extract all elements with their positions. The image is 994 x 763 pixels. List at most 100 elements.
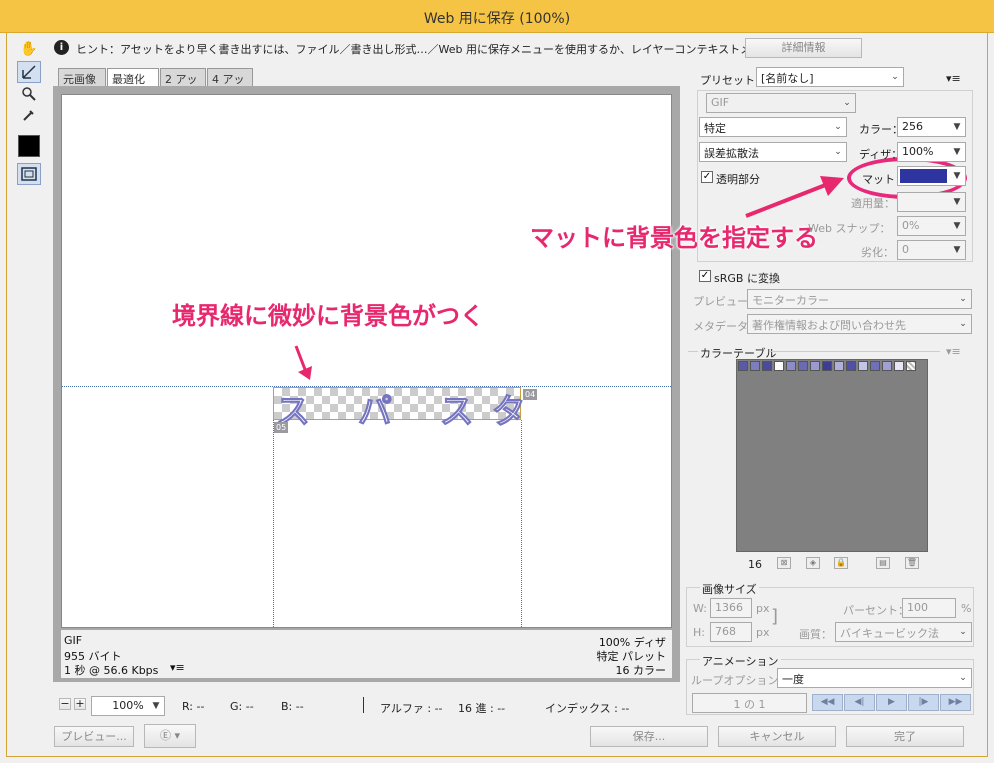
color-swatch[interactable] [882, 361, 892, 371]
constrain-link-icon[interactable]: ] [771, 602, 778, 632]
dither-amount-value: 100% [902, 145, 934, 158]
shift-to-web-icon[interactable]: ◈ [806, 557, 820, 569]
optimization-info: GIF 955 バイト 1 秒 @ 56.6 Kbps ▾≡ 100% ディザ … [61, 630, 672, 678]
transparent-swatch[interactable] [906, 361, 916, 371]
detail-info-button[interactable]: 詳細情報 [745, 38, 862, 58]
chevron-down-icon: ▼ [953, 245, 961, 255]
browser-preview-button[interactable]: Ⓔ ▾ [144, 724, 196, 748]
toggle-slice-visibility[interactable] [17, 163, 41, 185]
chevron-down-icon: ⌄ [959, 294, 967, 304]
matte-select[interactable]: ▼ [897, 166, 966, 186]
preview-canvas[interactable] [61, 94, 672, 628]
next-frame-icon[interactable]: |▶ [908, 694, 939, 711]
colors-select[interactable]: 256 ▼ [897, 117, 966, 137]
lossy-select[interactable]: 0 ▼ [897, 240, 966, 260]
color-swatch[interactable] [750, 361, 760, 371]
window-title: Web 用に保存 (100%) [423, 11, 571, 27]
slice-guide-v-right [521, 420, 522, 627]
info-menu-icon[interactable]: ▾≡ [170, 661, 185, 674]
browser-icon: Ⓔ [159, 729, 171, 742]
amount-select[interactable]: ▼ [897, 192, 966, 212]
annotation-left: 境界線に微妙に背景色がつく [172, 302, 484, 330]
dither-algorithm-select[interactable]: 誤差拡散法 ⌄ [699, 142, 847, 162]
quality-select[interactable]: バイキュービック法 ⌄ [835, 622, 972, 642]
color-swatch[interactable] [810, 361, 820, 371]
group-rule [688, 351, 698, 352]
chevron-down-icon: ▼ [152, 701, 160, 711]
metadata-value: 著作権情報および問い合わせ先 [752, 319, 906, 332]
chevron-down-icon: ▼ [953, 171, 961, 181]
srgb-checkbox[interactable]: ✓ [699, 270, 711, 282]
status-r: R: -- [182, 700, 205, 713]
tab-original[interactable]: 元画像 [58, 68, 106, 86]
height-field[interactable]: 768 [710, 622, 752, 642]
delete-color-icon[interactable]: 🗑 [905, 557, 919, 569]
zoom-tool[interactable] [17, 83, 41, 105]
dither-label: ディザ： [859, 148, 903, 161]
transparency-checkbox[interactable]: ✓ [701, 171, 713, 183]
chevron-down-icon: ⌄ [834, 122, 842, 132]
metadata-select[interactable]: 著作権情報および問い合わせ先 ⌄ [747, 314, 972, 334]
prev-frame-icon[interactable]: ◀| [844, 694, 875, 711]
color-swatch[interactable] [798, 361, 808, 371]
chevron-down-icon: ▼ [953, 147, 961, 157]
zoom-select[interactable]: 100% ▼ [91, 696, 165, 716]
preview-button[interactable]: プレビュー... [54, 726, 134, 747]
play-icon[interactable]: ▶ [876, 694, 907, 711]
slice-image-text: ス パ スタ [276, 392, 544, 433]
first-frame-icon[interactable]: ◀◀ [812, 694, 843, 711]
percent-unit: % [961, 602, 972, 615]
color-swatch[interactable] [858, 361, 868, 371]
done-button[interactable]: 完了 [846, 726, 964, 747]
dither-amount-select[interactable]: 100% ▼ [897, 142, 966, 162]
color-swatch[interactable] [762, 361, 772, 371]
chevron-down-icon: ▾ [174, 729, 181, 742]
loop-select[interactable]: 一度 ⌄ [777, 668, 972, 688]
percent-label: パーセント： [843, 604, 909, 617]
color-swatch[interactable] [870, 361, 880, 371]
color-swatch[interactable] [786, 361, 796, 371]
new-color-icon[interactable]: ▤ [876, 557, 890, 569]
tab-optimized[interactable]: 最適化 [107, 68, 159, 86]
color-swatch[interactable] [738, 361, 748, 371]
save-button[interactable]: 保存... [590, 726, 708, 747]
color-count: 16 [748, 558, 762, 571]
palette-select[interactable]: 特定 ⌄ [699, 117, 847, 137]
websnap-select[interactable]: 0% ▼ [897, 216, 966, 236]
chevron-down-icon: ⌄ [959, 319, 967, 329]
preview-mode-select[interactable]: モニターカラー ⌄ [747, 289, 972, 309]
zoom-out-button[interactable]: − [59, 698, 71, 710]
preset-menu-icon[interactable]: ▾≡ [946, 72, 961, 85]
color-swatch[interactable] [834, 361, 844, 371]
lossy-value: 0 [902, 243, 909, 256]
loop-label: ループオプション： [691, 674, 790, 687]
hand-tool[interactable]: ✋ [17, 38, 41, 60]
eyedropper-tool[interactable] [17, 104, 41, 126]
color-swatch[interactable] [822, 361, 832, 371]
cancel-button[interactable]: キャンセル [718, 726, 836, 747]
tab-2up[interactable]: 2 アップ [160, 68, 206, 102]
percent-field[interactable]: 100 [902, 598, 956, 618]
lossy-label: 劣化： [861, 246, 894, 259]
color-swatch[interactable] [846, 361, 856, 371]
format-select[interactable]: GIF ⌄ [706, 93, 856, 113]
chevron-down-icon: ▼ [953, 122, 961, 132]
lock-color-icon[interactable]: 🔒 [834, 557, 848, 569]
zoom-in-button[interactable]: + [74, 698, 86, 710]
map-to-web-icon[interactable]: ⊠ [777, 557, 791, 569]
eyedropper-color-swatch[interactable] [18, 135, 40, 157]
color-table-menu-icon[interactable]: ▾≡ [946, 345, 961, 358]
width-field[interactable]: 1366 [710, 598, 752, 618]
chevron-down-icon: ⌄ [959, 627, 967, 637]
tab-4up[interactable]: 4 アップ [207, 68, 253, 102]
color-swatch[interactable] [774, 361, 784, 371]
selected-slice[interactable]: ス パ スタ [273, 387, 526, 433]
matte-color-swatch [900, 169, 947, 183]
color-table[interactable] [736, 359, 928, 552]
last-frame-icon[interactable]: ▶▶ [940, 694, 971, 711]
image-size-title: 画像サイズ [700, 581, 759, 597]
color-swatch[interactable] [894, 361, 904, 371]
slice-select-tool[interactable] [17, 61, 41, 83]
preset-select[interactable]: [名前なし] ⌄ [756, 67, 904, 87]
palette-value: 特定 [704, 122, 726, 135]
